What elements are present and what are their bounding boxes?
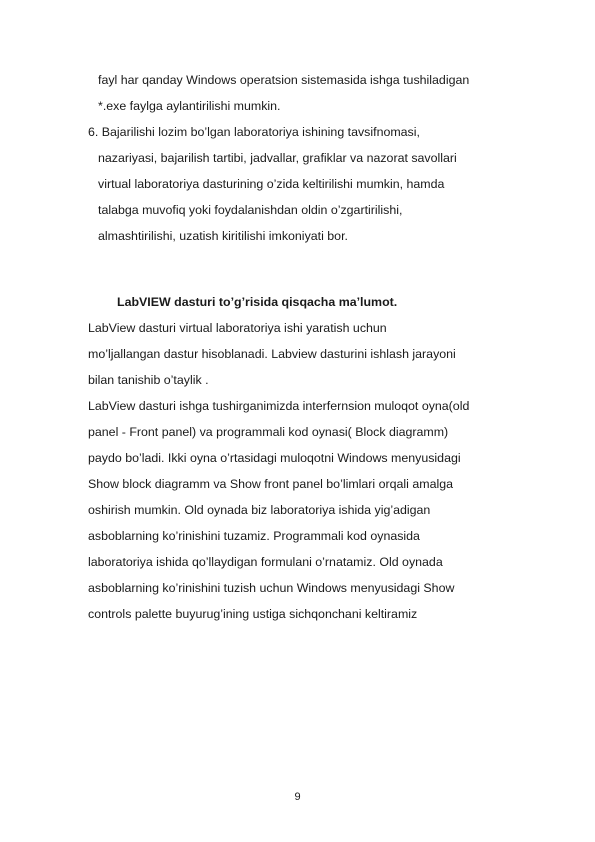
text-line: almashtirilishi, uzatish kiritilishi imk…	[98, 229, 348, 243]
text-line: virtual laboratoriya dasturining o’zida …	[98, 177, 445, 191]
text-line: fayl har qanday Windows operatsion siste…	[98, 73, 470, 87]
page-number: 9	[294, 791, 301, 803]
text-line: mo’ljallangan dastur hisoblanadi. Labvie…	[88, 347, 456, 361]
list-item-6: 6. Bajarilishi lozim bo’lgan laboratoriy…	[88, 125, 420, 139]
text-line: laboratoriya ishida qo’llaydigan formula…	[88, 555, 443, 569]
text-line: paydo bo’ladi. Ikki oyna o’rtasidagi mul…	[88, 451, 461, 465]
text-line: Show block diagramm va Show front panel …	[88, 477, 454, 491]
text-line: bilan tanishib o’taylik .	[88, 373, 209, 387]
text-line: LabView dasturi virtual laboratoriya ish…	[88, 321, 387, 335]
text-line: asboblarning ko’rinishini tuzish uchun W…	[88, 581, 455, 595]
text-line: asboblarning ko’rinishini tuzamiz. Progr…	[88, 529, 420, 543]
section-heading: LabVIEW dasturi to’g’risida qisqacha ma’…	[117, 295, 398, 309]
text-line: oshirish mumkin. Old oynada biz laborato…	[88, 503, 431, 517]
text-line: panel - Front panel) va programmali kod …	[88, 425, 449, 439]
text-line: LabView dasturi ishga tushirganimizda in…	[88, 399, 470, 413]
text-line: talabga muvofiq yoki foydalanishdan oldi…	[98, 203, 403, 217]
text-line: nazariyasi, bajarilish tartibi, jadvalla…	[98, 151, 457, 165]
text-line: controls palette buyurug’ining ustiga si…	[88, 607, 418, 621]
text-line: *.exe faylga aylantirilishi mumkin.	[98, 99, 281, 113]
